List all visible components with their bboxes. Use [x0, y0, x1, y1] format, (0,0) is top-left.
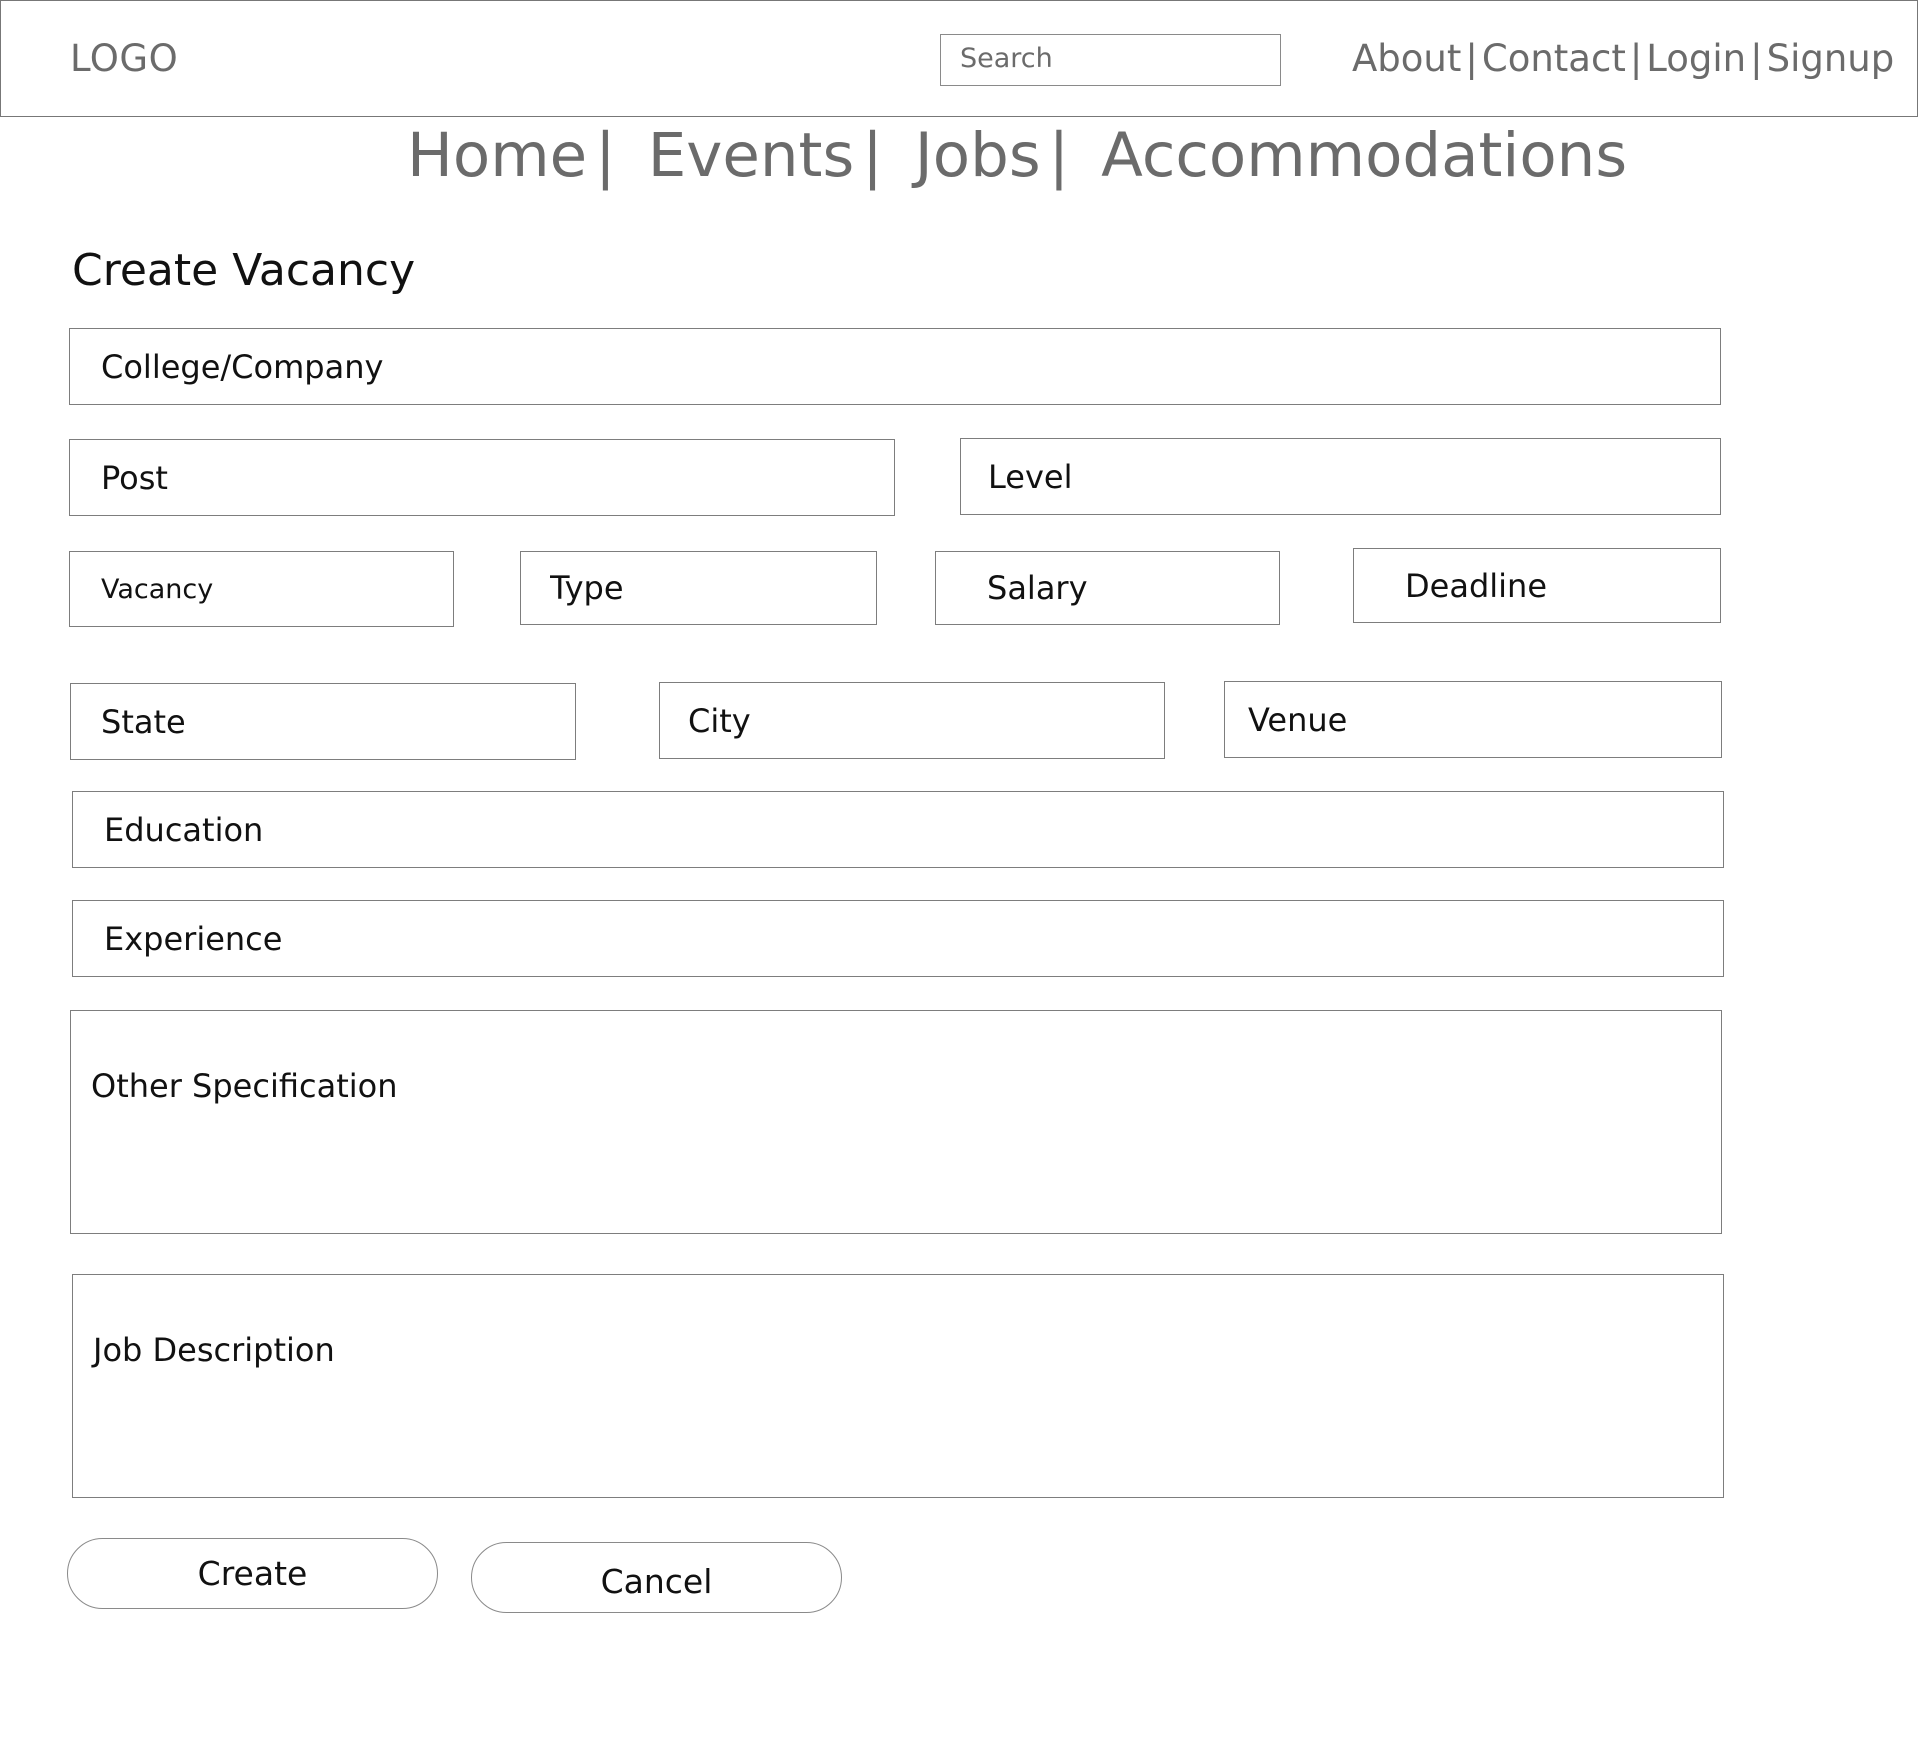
salary-input[interactable] [936, 552, 1279, 624]
other-specification-textarea[interactable] [71, 1011, 1721, 1233]
nav-home[interactable]: Home [407, 120, 587, 191]
search-box[interactable] [940, 34, 1281, 86]
level-input[interactable] [961, 439, 1720, 514]
nav-jobs[interactable]: Jobs [915, 120, 1041, 191]
main-nav: Home | Events | Jobs | Accommodations [407, 125, 1627, 186]
level-field[interactable] [960, 438, 1721, 515]
link-separator: | [1629, 37, 1643, 80]
college-company-input[interactable] [70, 329, 1720, 404]
college-company-field[interactable] [69, 328, 1721, 405]
other-specification-field[interactable] [70, 1010, 1722, 1234]
contact-link[interactable]: Contact [1482, 37, 1626, 80]
salary-field[interactable] [935, 551, 1280, 625]
experience-input[interactable] [73, 901, 1723, 976]
education-input[interactable] [73, 792, 1723, 867]
signup-link[interactable]: Signup [1767, 37, 1895, 80]
header-bar: LOGO About|Contact|Login|Signup [0, 0, 1918, 117]
create-button[interactable]: Create [67, 1538, 438, 1609]
page-title: Create Vacancy [72, 245, 416, 296]
type-field[interactable] [520, 551, 877, 625]
nav-separator: | [862, 120, 883, 191]
nav-separator: | [595, 120, 616, 191]
link-separator: | [1465, 37, 1478, 80]
type-input[interactable] [521, 552, 876, 624]
login-link[interactable]: Login [1646, 37, 1746, 80]
nav-accommodations[interactable]: Accommodations [1101, 120, 1627, 191]
job-description-textarea[interactable] [73, 1275, 1723, 1497]
cancel-button[interactable]: Cancel [471, 1542, 842, 1613]
post-field[interactable] [69, 439, 895, 516]
state-input[interactable] [71, 684, 575, 759]
about-link[interactable]: About [1352, 37, 1461, 80]
post-input[interactable] [70, 440, 894, 515]
link-separator: | [1750, 37, 1763, 80]
nav-separator: | [1048, 120, 1070, 191]
top-links: About | Contact | Login | Signup [1352, 40, 1894, 77]
deadline-field[interactable] [1353, 548, 1721, 623]
job-description-field[interactable] [72, 1274, 1724, 1498]
education-field[interactable] [72, 791, 1724, 868]
venue-field[interactable] [1224, 681, 1722, 758]
vacancy-input[interactable] [70, 552, 453, 626]
search-input[interactable] [941, 35, 1280, 85]
nav-events[interactable]: Events [648, 120, 855, 191]
city-field[interactable] [659, 682, 1165, 759]
vacancy-field[interactable] [69, 551, 454, 627]
venue-input[interactable] [1225, 682, 1721, 757]
experience-field[interactable] [72, 900, 1724, 977]
logo: LOGO [70, 37, 179, 80]
deadline-input[interactable] [1354, 549, 1720, 622]
city-input[interactable] [660, 683, 1164, 758]
state-field[interactable] [70, 683, 576, 760]
